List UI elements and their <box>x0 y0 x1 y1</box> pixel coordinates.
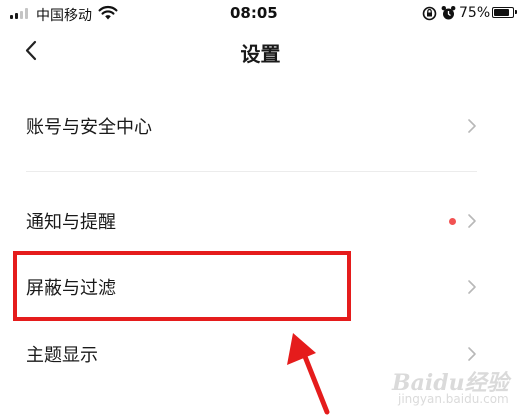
rotation-lock-icon <box>422 6 437 21</box>
notification-badge <box>449 217 456 225</box>
alarm-icon <box>441 6 456 20</box>
settings-item-block-filter[interactable]: 屏蔽与过滤 <box>0 257 521 317</box>
settings-item-notifications[interactable]: 通知与提醒 <box>0 191 521 251</box>
settings-item-label: 账号与安全中心 <box>26 117 152 138</box>
wifi-icon <box>98 5 118 20</box>
chevron-right-icon <box>468 347 476 361</box>
status-bar: 中国移动 08:05 75% <box>0 0 521 28</box>
watermark-url: jingyan.baidu.com <box>398 392 509 406</box>
settings-item-theme-display[interactable]: 主题显示 <box>0 324 521 384</box>
page-title: 设置 <box>240 42 281 66</box>
settings-item-account-security[interactable]: 账号与安全中心 <box>0 96 521 156</box>
battery-icon <box>492 7 517 18</box>
section-divider <box>26 171 477 172</box>
battery-percent: 75% <box>459 5 491 21</box>
nav-bar: 设置 <box>0 28 521 76</box>
settings-item-label: 屏蔽与过滤 <box>26 278 116 299</box>
chevron-right-icon <box>468 280 476 294</box>
chevron-right-icon <box>468 214 476 228</box>
signal-icon <box>10 8 28 19</box>
carrier-name: 中国移动 <box>36 8 92 24</box>
settings-item-label: 主题显示 <box>26 345 98 366</box>
status-time: 08:05 <box>230 4 278 22</box>
settings-item-label: 通知与提醒 <box>26 212 116 233</box>
chevron-right-icon <box>468 119 476 133</box>
settings-screen: 中国移动 08:05 75% 设置 账号与安全中心 通知与提醒 屏蔽与过滤 主题… <box>0 0 521 415</box>
